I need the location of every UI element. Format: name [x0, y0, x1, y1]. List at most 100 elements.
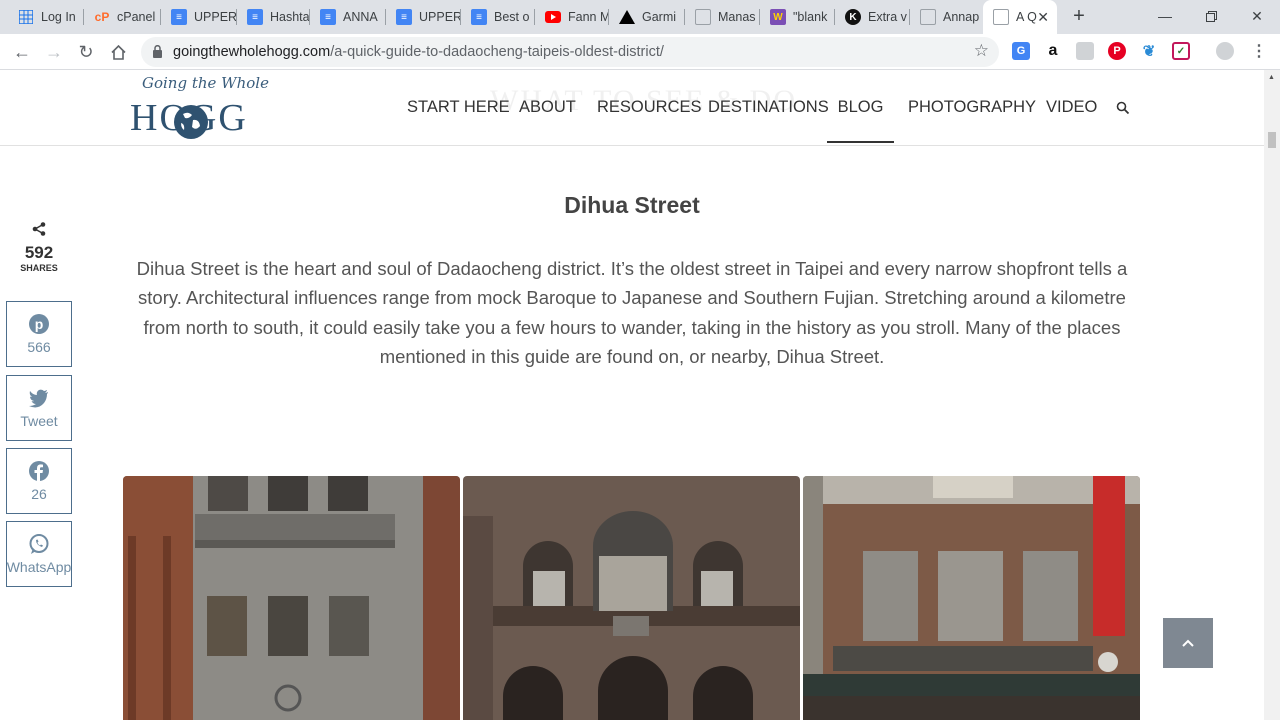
url-text: goingthewholehogg.com/a-quick-guide-to-d… [173, 44, 664, 60]
browser-tab[interactable]: Fann M [535, 0, 609, 34]
browser-tab[interactable]: ≡ Hashta [237, 0, 310, 34]
building-photo[interactable] [803, 476, 1140, 720]
browser-tab[interactable]: Log In [8, 0, 84, 34]
tab-title: cPanel [117, 10, 156, 24]
google-translate-icon[interactable]: G [1012, 42, 1030, 60]
page-icon [993, 9, 1009, 25]
tweet-label: Tweet [20, 413, 58, 429]
todo-extension-icon[interactable]: ✓ [1172, 42, 1190, 60]
article-paragraph: Dihua Street is the heart and soul of Da… [136, 258, 1128, 367]
tab-title: ANNA [343, 10, 378, 24]
whatsapp-icon [29, 534, 49, 554]
close-tab-icon[interactable]: ✕ [1037, 9, 1049, 26]
pinterest-extension-icon[interactable]: P [1108, 42, 1126, 60]
tab-strip: Log In cP cPanel ≡ UPPER ≡ Hashta ≡ ANNA… [0, 0, 1280, 34]
lock-icon [153, 45, 162, 58]
facebook-count: 26 [31, 486, 47, 502]
back-icon[interactable]: ← [8, 38, 36, 66]
cpanel-icon: cP [94, 10, 110, 24]
nav-blog[interactable]: BLOG [827, 98, 894, 143]
browser-tab[interactable]: cP cPanel [84, 0, 161, 34]
google-docs-icon: ≡ [171, 9, 187, 25]
share-count: 592 SHARES [8, 222, 70, 273]
browser-tab[interactable]: ≡ ANNA [310, 0, 386, 34]
scroll-to-top-button[interactable] [1163, 618, 1213, 668]
twitter-share-button[interactable]: Tweet [6, 375, 72, 441]
twitter-icon [29, 389, 48, 408]
pinterest-icon: p [29, 314, 49, 334]
tab-title: Best o [494, 10, 530, 24]
bookmark-star-icon[interactable]: ☆ [974, 41, 989, 61]
forward-icon[interactable]: → [40, 38, 68, 66]
url-domain: goingthewholehogg.com [173, 44, 331, 60]
pinterest-share-button[interactable]: p 566 [6, 301, 72, 367]
share-icon [32, 222, 46, 236]
new-tab-button[interactable]: + [1068, 5, 1090, 27]
browser-tab[interactable]: Annap [910, 0, 983, 34]
amazon-icon[interactable]: a [1044, 42, 1062, 60]
whatsapp-label: WhatsApp [6, 559, 72, 575]
address-bar[interactable]: goingthewholehogg.com/a-quick-guide-to-d… [141, 37, 999, 67]
building-photo[interactable] [123, 476, 460, 720]
nav-start-here[interactable]: START HERE [407, 98, 510, 117]
google-docs-icon: ≡ [471, 9, 487, 25]
share-total: 592 [24, 243, 54, 262]
building-photo[interactable] [463, 476, 800, 720]
minimize-icon[interactable]: — [1142, 0, 1188, 32]
nav-video[interactable]: VIDEO [1046, 98, 1097, 117]
scrollbar-thumb[interactable] [1268, 132, 1276, 148]
logo-script: Going the Whole [142, 74, 269, 92]
url-path: /a-quick-guide-to-dadaocheng-taipeis-old… [330, 44, 664, 60]
webpage: WHAT TO SEE & DO Going the Whole HOGG ST… [0, 70, 1264, 720]
garmin-triangle-icon [619, 9, 635, 25]
tab-title: Manas [718, 10, 756, 24]
facebook-icon [29, 461, 49, 481]
w-icon: W [770, 9, 786, 25]
tab-title: UPPER [419, 10, 461, 24]
browser-tab[interactable]: K Extra v [835, 0, 910, 34]
browser-toolbar: ← → ↻ goingthewholehogg.com/a-quick-guid… [0, 34, 1280, 70]
search-icon[interactable] [1116, 101, 1130, 115]
site-logo[interactable]: Going the Whole HOGG [130, 74, 280, 142]
tab-title: A Q [1016, 10, 1037, 24]
nav-about[interactable]: ABOUT [519, 98, 576, 117]
google-docs-icon: ≡ [247, 9, 263, 25]
tab-title: Annap [943, 10, 980, 24]
close-window-icon[interactable]: ✕ [1234, 0, 1280, 32]
profile-avatar-icon[interactable] [1216, 42, 1234, 60]
reload-icon[interactable]: ↻ [72, 38, 100, 66]
nav-resources[interactable]: RESOURCES [597, 98, 702, 117]
tab-title: UPPER [194, 10, 237, 24]
tab-title: Fann M [568, 10, 609, 24]
page-scrollbar[interactable]: ▲ [1264, 70, 1280, 720]
browser-tab[interactable]: Manas [685, 0, 760, 34]
nav-photography[interactable]: PHOTOGRAPHY [908, 98, 1036, 117]
browser-tab[interactable]: ≡ UPPER [161, 0, 237, 34]
facebook-share-button[interactable]: 26 [6, 448, 72, 514]
restore-icon[interactable] [1188, 0, 1234, 32]
whatsapp-share-button[interactable]: WhatsApp [6, 521, 72, 587]
browser-tab[interactable]: ≡ UPPER [386, 0, 461, 34]
site-header: WHAT TO SEE & DO Going the Whole HOGG ST… [0, 70, 1264, 146]
tab-title: Garmi [642, 10, 677, 24]
browser-tab[interactable]: W "blank [760, 0, 835, 34]
globe-icon [174, 105, 208, 139]
extension-puzzle-icon[interactable] [1076, 42, 1094, 60]
google-docs-icon: ≡ [396, 9, 412, 25]
chevron-up-icon [1182, 639, 1194, 647]
k-icon: K [845, 9, 861, 25]
browser-tab-active[interactable]: A Q ✕ [983, 0, 1057, 34]
browser-tab[interactable]: Garmi [609, 0, 685, 34]
tab-title: "blank [793, 10, 828, 24]
scroll-up-arrow-icon[interactable]: ▲ [1268, 74, 1275, 81]
section-heading: Dihua Street [564, 192, 700, 218]
nav-destinations[interactable]: DESTINATIONS [708, 98, 829, 117]
tab-title: Hashta [270, 10, 310, 24]
page-icon [695, 9, 711, 25]
home-icon[interactable] [104, 38, 132, 66]
svg-text:p: p [35, 316, 44, 332]
menu-dots-icon[interactable]: ⋮ [1250, 42, 1268, 60]
feather-extension-icon[interactable]: ❦ [1140, 42, 1158, 60]
youtube-icon [545, 9, 561, 25]
browser-tab[interactable]: ≡ Best o [461, 0, 535, 34]
